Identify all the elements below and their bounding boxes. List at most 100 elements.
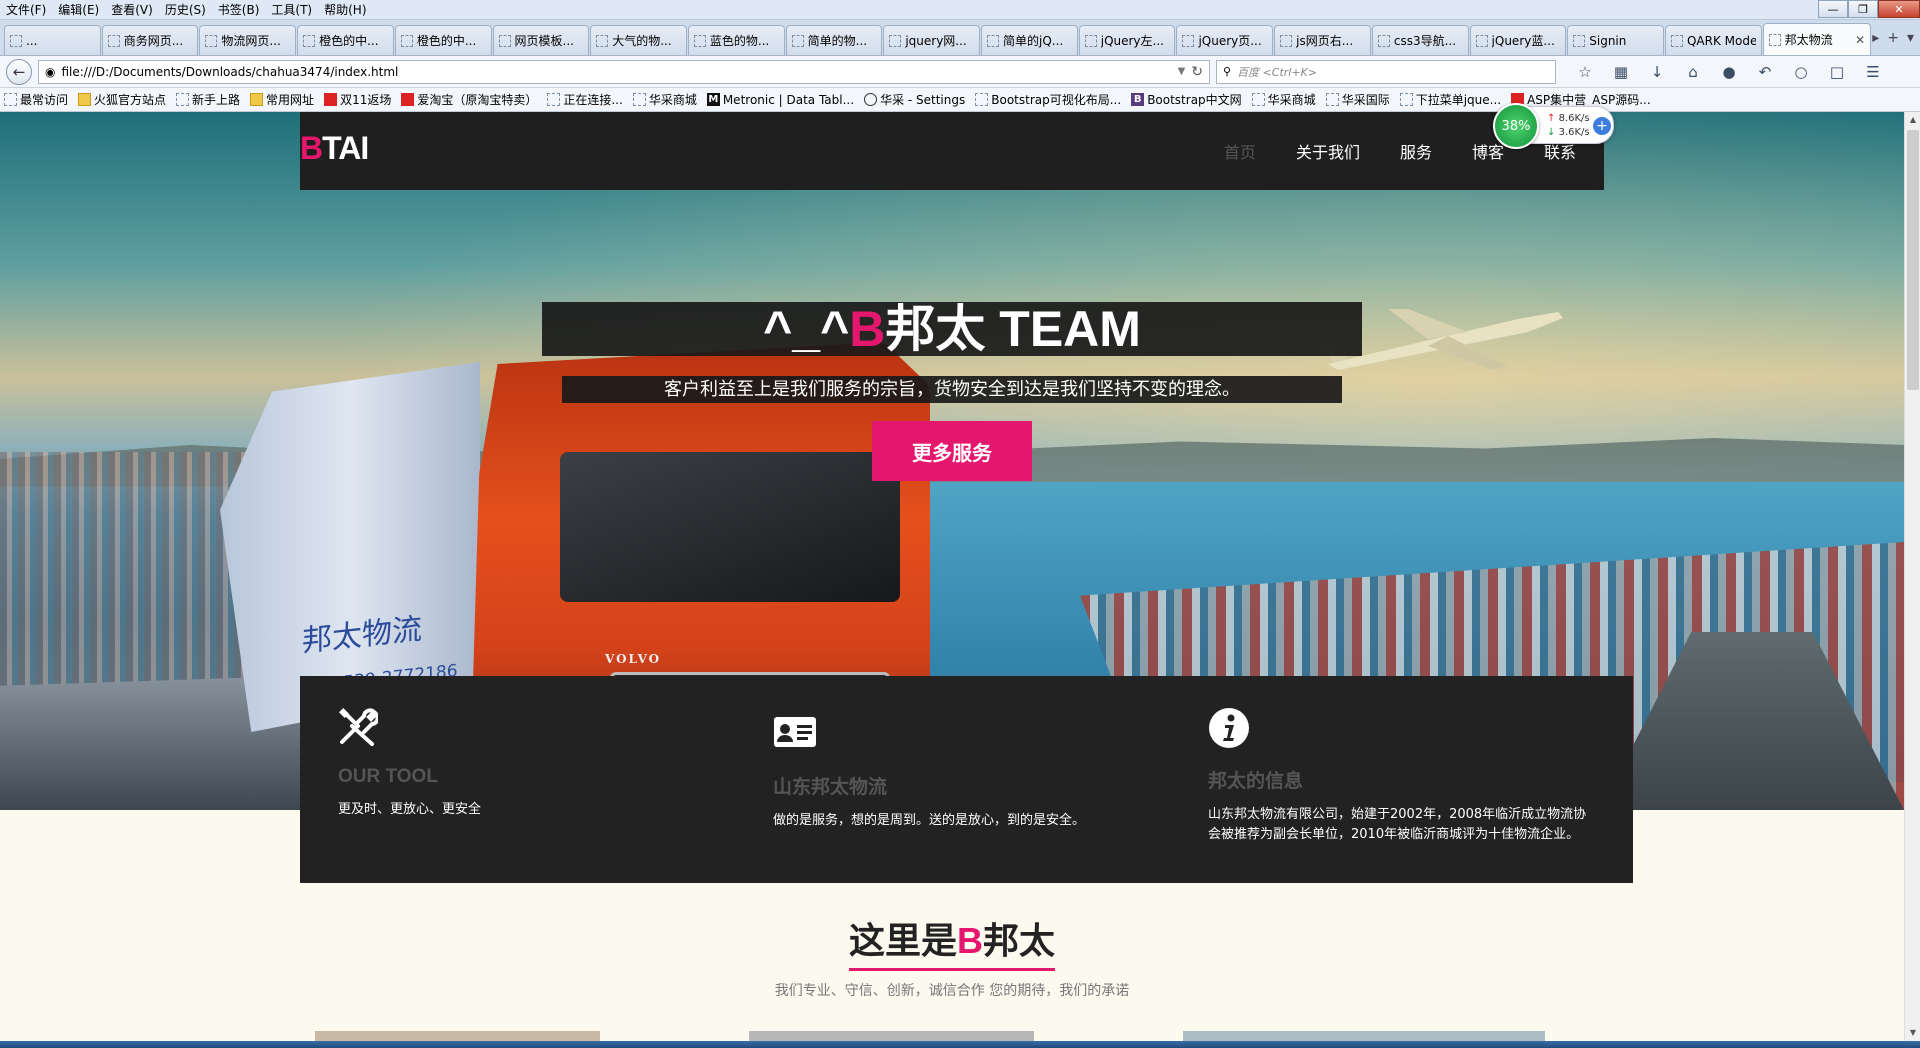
bookmark-item[interactable]: 常用网址 [250, 91, 314, 108]
menu-bar: 文件(F) 编辑(E) 查看(V) 历史(S) 书签(B) 工具(T) 帮助(H… [0, 0, 1920, 20]
gallery-thumbnail[interactable] [315, 1031, 600, 1041]
browser-tab-active[interactable]: 邦太物流 ✕ [1762, 23, 1872, 55]
browser-tab[interactable]: 物流网页... [199, 25, 297, 55]
chat-icon[interactable]: ● [1718, 63, 1740, 81]
menu-icon[interactable]: ☰ [1862, 63, 1884, 81]
menu-edit[interactable]: 编辑(E) [52, 0, 105, 20]
browser-tab[interactable]: 简单的物... [785, 25, 883, 55]
browser-tab[interactable]: jquery网... [883, 25, 981, 55]
bookmark-item[interactable]: M Metronic | Data Tabl... [706, 93, 854, 107]
bookmark-item[interactable]: 爱淘宝（原淘宝特卖） [401, 91, 537, 108]
download-icon[interactable]: ↓ [1646, 63, 1668, 81]
menu-view[interactable]: 查看(V) [105, 0, 159, 20]
crop-icon[interactable]: □ [1826, 63, 1848, 81]
url-bar[interactable]: ◉ file:///D:/Documents/Downloads/chahua3… [38, 59, 1210, 84]
new-tab-icon[interactable]: + [1887, 30, 1899, 46]
tab-list-icon[interactable]: ▾ [1907, 30, 1914, 46]
id-card-icon [773, 710, 823, 754]
gallery-thumbnail[interactable] [1183, 1031, 1545, 1041]
browser-tab[interactable]: 简单的jQ... [981, 25, 1078, 55]
tools-icon [338, 706, 388, 750]
scroll-thumb[interactable] [1907, 130, 1919, 390]
more-services-button[interactable]: 更多服务 [872, 421, 1032, 481]
menu-help[interactable]: 帮助(H) [318, 0, 372, 20]
star-icon[interactable]: ☆ [1574, 63, 1596, 81]
bookmark-item[interactable]: 华采商城 [1251, 91, 1316, 108]
bookmark-item[interactable]: B Bootstrap中文网 [1131, 91, 1242, 108]
menu-file[interactable]: 文件(F) [0, 0, 52, 20]
page-scrollbar[interactable]: ▲ ▼ [1904, 112, 1920, 1041]
bookmark-item[interactable]: Bootstrap可视化布局... [975, 91, 1121, 108]
bookmark-item[interactable]: 正在连接... [547, 91, 623, 108]
bookmark-item[interactable]: 华采国际 [1325, 91, 1390, 108]
browser-tab[interactable]: 橙色的中... [394, 25, 492, 55]
browser-tab[interactable]: jQuery页... [1176, 25, 1274, 55]
menu-tools[interactable]: 工具(T) [265, 0, 318, 20]
url-text[interactable]: file:///D:/Documents/Downloads/chahua347… [61, 65, 1171, 79]
download-rate: 3.6K/s [1558, 127, 1590, 138]
browser-tab[interactable]: css3导航... [1371, 25, 1469, 55]
bookmark-item[interactable]: 新手上路 [176, 91, 240, 108]
close-tab-icon[interactable]: ✕ [1855, 33, 1865, 47]
page-icon [791, 34, 804, 47]
scroll-up-icon[interactable]: ▲ [1905, 112, 1920, 128]
comment-icon[interactable]: ○ [1790, 63, 1812, 81]
network-speed-widget[interactable]: 38% ↑ 8.6K/s ↓ 3.6K/s + [1493, 103, 1614, 149]
bookmark-item[interactable]: 火狐官方站点 [78, 91, 166, 108]
bookmark-item[interactable]: 华采商城 [632, 91, 697, 108]
browser-tab[interactable]: 蓝色的物... [687, 25, 785, 55]
bookmark-item[interactable]: 双11返场 [324, 91, 391, 108]
folder-icon [78, 93, 92, 106]
gallery-thumbnail[interactable] [749, 1031, 1034, 1041]
nav-home[interactable]: 首页 [1204, 139, 1276, 163]
scroll-down-icon[interactable]: ▼ [1905, 1025, 1920, 1041]
browser-tab[interactable]: 网页模板... [492, 25, 590, 55]
nav-about[interactable]: 关于我们 [1276, 139, 1380, 163]
window-controls: — ❐ ✕ [1818, 0, 1920, 18]
dropdown-arrow-icon[interactable]: ▼ [1178, 66, 1186, 77]
browser-tab[interactable]: QARK Mode... [1664, 25, 1762, 55]
bookmark-item[interactable]: 最常访问 [4, 91, 68, 108]
browser-tab[interactable]: 商务网页... [101, 25, 199, 55]
reload-icon[interactable]: ↻ [1191, 64, 1203, 80]
browser-tab[interactable]: jQuery左... [1078, 25, 1176, 55]
undo-icon[interactable]: ↶ [1754, 63, 1776, 81]
feature-title: 山东邦太物流 [773, 777, 888, 798]
browser-tab[interactable]: Signin [1567, 25, 1664, 55]
menu-history[interactable]: 历史(S) [159, 0, 212, 20]
page-icon [400, 34, 413, 47]
page-icon [1399, 93, 1413, 106]
scroll-tabs-right-icon[interactable]: ▸ [1872, 30, 1879, 46]
browser-tab[interactable]: 大气的物... [590, 25, 687, 55]
home-icon[interactable]: ⌂ [1682, 63, 1704, 81]
search-box[interactable]: ⚲ 百度 <Ctrl+K> [1216, 59, 1556, 84]
maximize-icon[interactable]: ❐ [1848, 0, 1878, 18]
site-navbar: BTAI 首页 关于我们 服务 博客 联系 [300, 112, 1604, 190]
bookmark-item[interactable]: 华采 - Settings [864, 91, 965, 108]
page-icon [1670, 34, 1683, 47]
tab-bar: ... 商务网页... 物流网页... 橙色的中... 橙色的中... 网页模板… [0, 20, 1920, 56]
menu-bookmarks[interactable]: 书签(B) [212, 0, 266, 20]
browser-tab[interactable]: 橙色的中... [297, 25, 394, 55]
bookmarks-bar: 最常访问 火狐官方站点 新手上路 常用网址 双11返场 爱淘宝（原淘宝特卖） 正… [0, 88, 1920, 112]
feature-item: OUR TOOL 更及时、更放心、更安全 [300, 676, 735, 883]
page-viewport: 邦太物流 Tel:0539-2772186 VOLVO BTAI 首页 关于我们… [0, 112, 1904, 1041]
reader-icon[interactable]: ▦ [1610, 63, 1632, 81]
browser-tab[interactable]: js网页右... [1274, 25, 1371, 55]
upload-rate: 8.6K/s [1558, 113, 1590, 124]
site-logo[interactable]: BTAI [300, 130, 369, 167]
plus-icon[interactable]: + [1593, 117, 1611, 135]
back-arrow-icon[interactable]: ← [6, 58, 32, 85]
about-subtitle: 我们专业、守信、创新，诚信合作 您的期待，我们的承诺 [774, 983, 1130, 999]
truck-brand: VOLVO [605, 652, 662, 666]
browser-tab[interactable]: jQuery蓝... [1469, 25, 1567, 55]
bootstrap-icon: B [1131, 93, 1145, 106]
minimize-icon[interactable]: — [1818, 0, 1848, 18]
bookmark-item[interactable]: 下拉菜单jque... [1399, 91, 1501, 108]
page-icon [547, 93, 561, 106]
close-window-icon[interactable]: ✕ [1878, 0, 1920, 18]
search-placeholder[interactable]: 百度 <Ctrl+K> [1237, 64, 1317, 80]
browser-tab[interactable]: ... [4, 25, 101, 55]
page-icon [1768, 33, 1781, 46]
nav-services[interactable]: 服务 [1380, 139, 1452, 163]
